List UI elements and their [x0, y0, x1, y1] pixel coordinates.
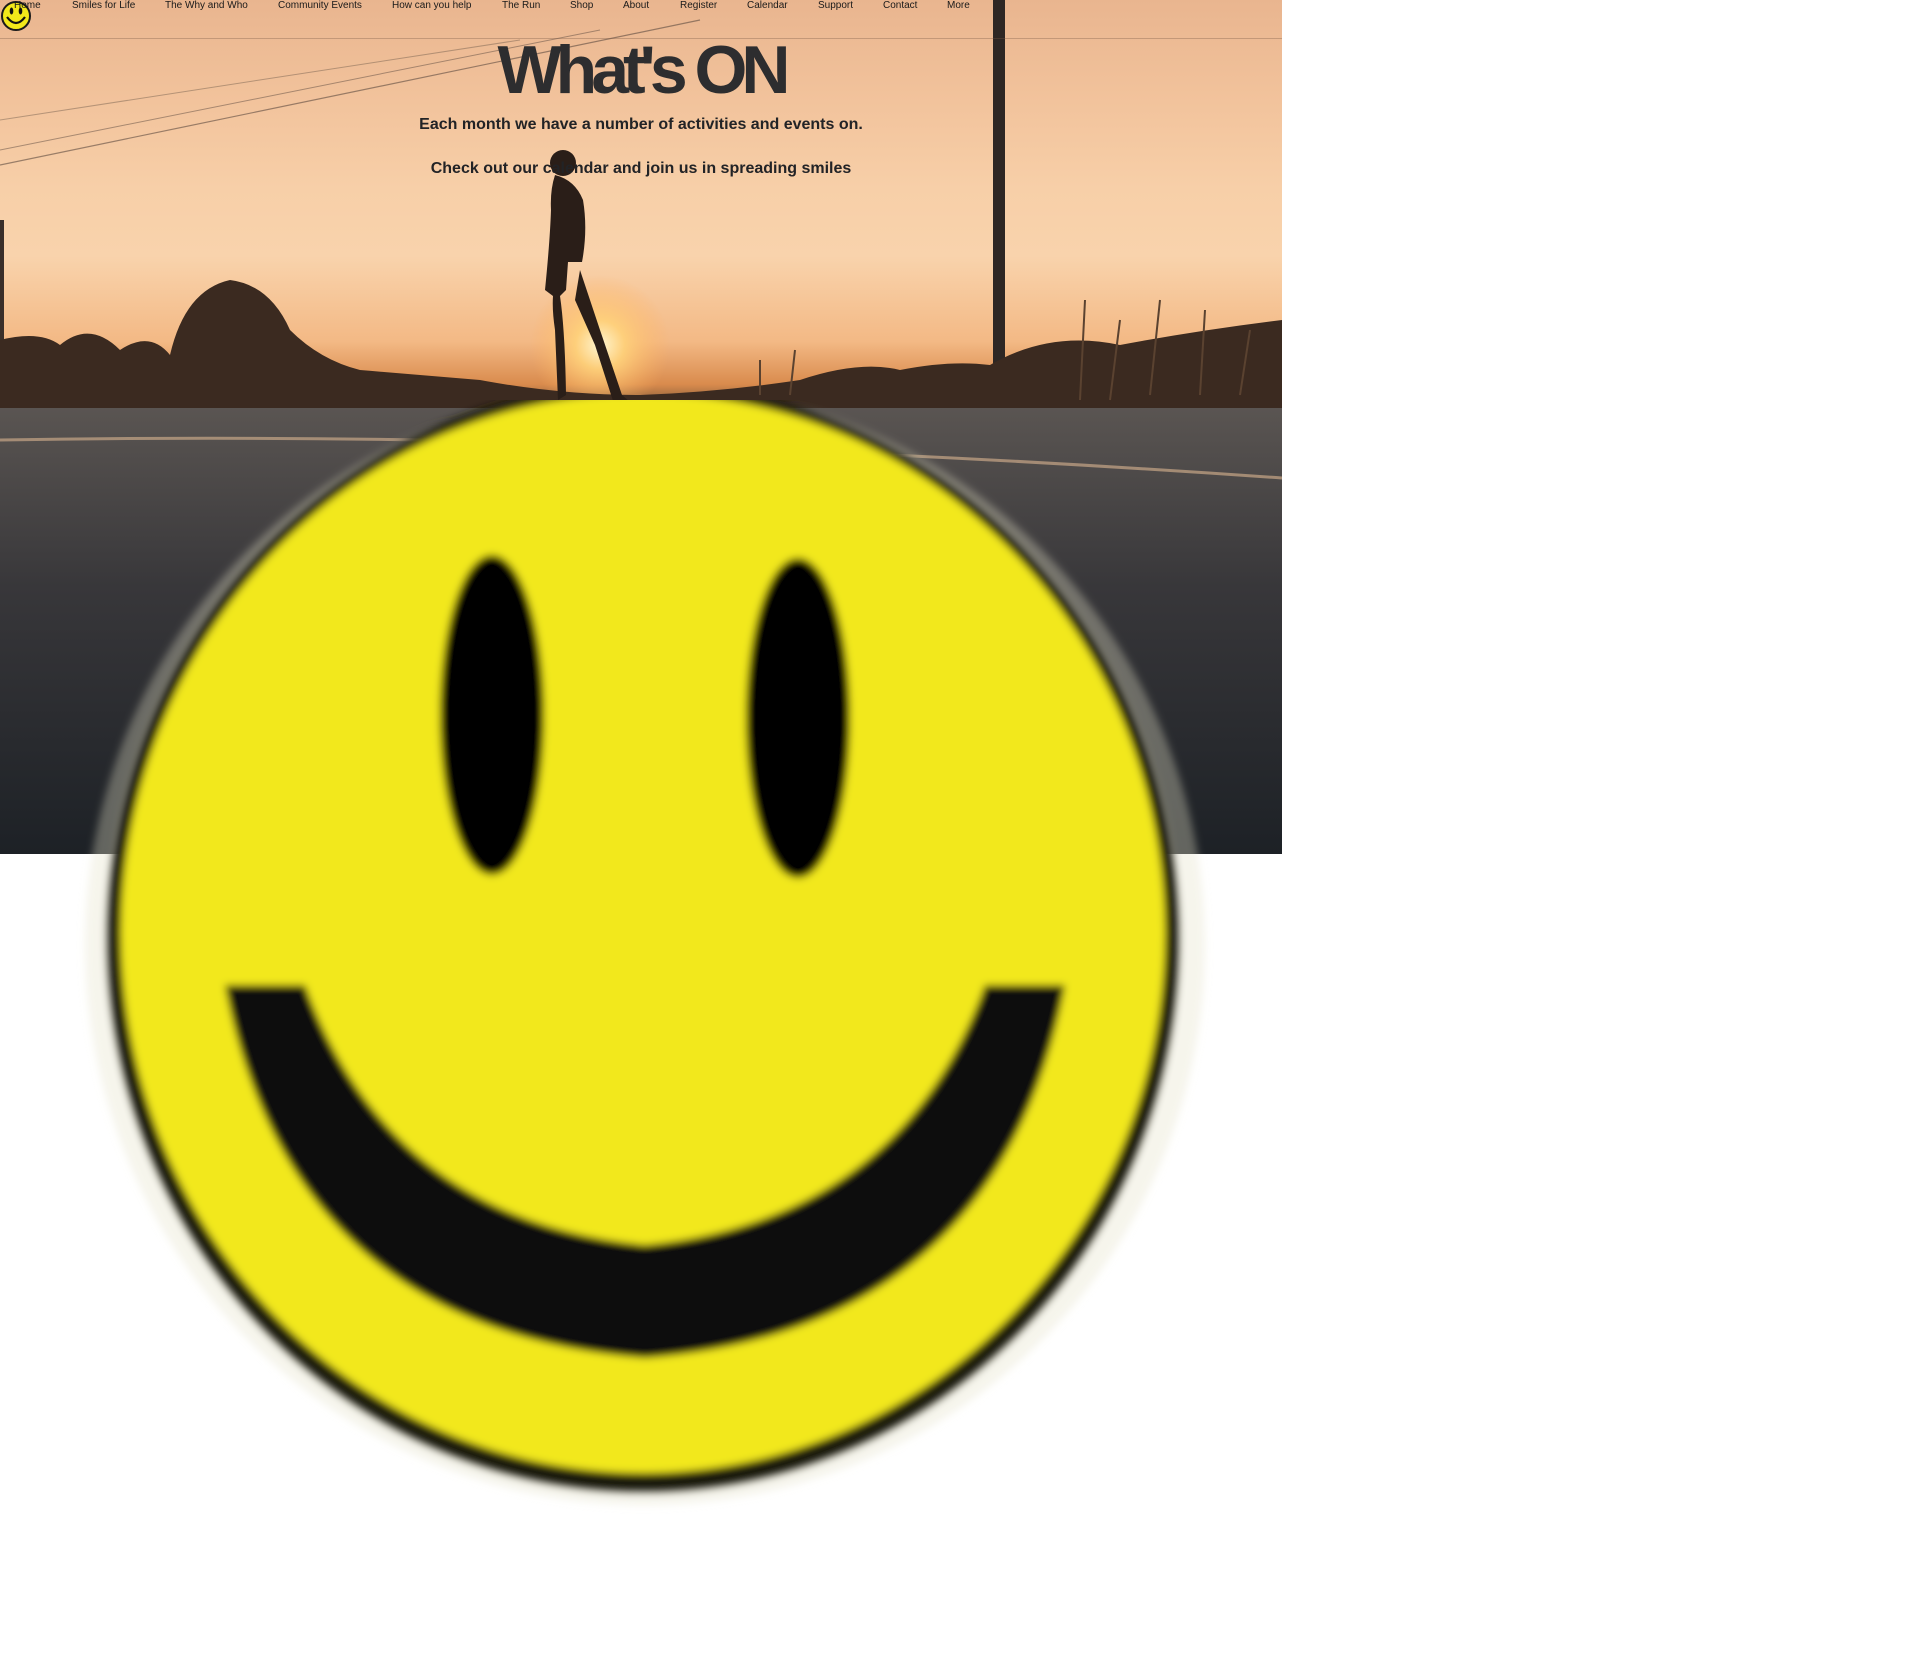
nav-item-more[interactable]: More — [947, 0, 970, 12]
nav-item-home[interactable]: Home — [14, 0, 41, 12]
large-smiley-face-icon — [85, 400, 1205, 1505]
page-title: What's ON — [497, 32, 790, 108]
nav-item-contact[interactable]: Contact — [883, 0, 917, 12]
nav-item-community-events[interactable]: Community Events — [278, 0, 362, 12]
nav-item-calendar[interactable]: Calendar — [747, 0, 788, 12]
nav-item-how-can-you-help[interactable]: How can you help — [392, 0, 472, 12]
nav-item-shop[interactable]: Shop — [570, 0, 593, 12]
nav-item-about[interactable]: About — [623, 0, 649, 12]
intro-text: Each month we have a number of activitie… — [419, 116, 863, 133]
nav-item-smiles-for-life[interactable]: Smiles for Life — [72, 0, 135, 12]
nav-item-the-why-and-who[interactable]: The Why and Who — [165, 0, 248, 12]
nav-item-support[interactable]: Support — [818, 0, 853, 12]
nav-item-the-run[interactable]: The Run — [502, 0, 540, 12]
nav-item-register[interactable]: Register — [680, 0, 717, 12]
calendar-callout-text: Check out our calendar and join us in sp… — [430, 160, 852, 177]
